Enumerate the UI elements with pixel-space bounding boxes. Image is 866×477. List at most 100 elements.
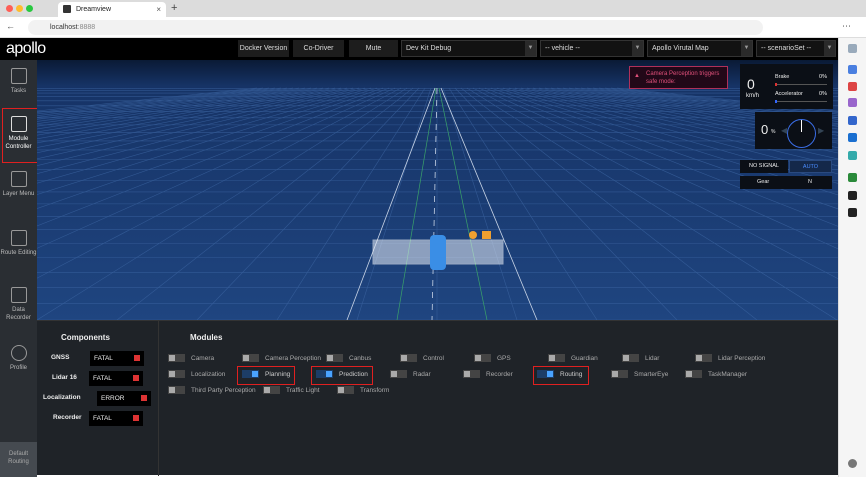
vehicle-select[interactable]: -- vehicle -- ▼ bbox=[540, 40, 644, 57]
module-label: TaskManager bbox=[708, 371, 748, 378]
module-toggle-taskmanager[interactable]: TaskManager bbox=[685, 370, 747, 380]
tree-icon[interactable] bbox=[848, 173, 857, 182]
new-tab-icon[interactable]: + bbox=[171, 2, 177, 14]
component-status-text: FATAL bbox=[94, 355, 113, 362]
mode-value: Dev Kit Debug bbox=[406, 45, 452, 52]
outlook-icon[interactable] bbox=[848, 133, 857, 142]
toggle-switch[interactable] bbox=[168, 370, 185, 379]
people-icon[interactable] bbox=[848, 98, 857, 107]
module-toggle-lidar-perception[interactable]: Lidar Perception bbox=[695, 354, 765, 364]
obstacle-marker-icon bbox=[469, 231, 477, 239]
toggle-switch[interactable] bbox=[611, 370, 628, 379]
warning-icon: ▲ bbox=[634, 73, 640, 79]
ego-vehicle bbox=[430, 235, 446, 270]
component-status-text: ERROR bbox=[101, 395, 125, 402]
toggle-switch[interactable] bbox=[685, 370, 702, 379]
module-toggle-canbus[interactable]: Canbus bbox=[326, 354, 371, 364]
close-tab-icon[interactable]: × bbox=[156, 5, 161, 14]
apollo-logo: apollo bbox=[6, 40, 46, 57]
toggle-switch[interactable] bbox=[326, 354, 343, 363]
signal-marker-icon bbox=[482, 231, 491, 239]
turn-right-icon: ▶ bbox=[818, 126, 825, 135]
toggle-switch[interactable] bbox=[337, 386, 354, 395]
default-routing-button[interactable]: Default Routing bbox=[0, 442, 37, 477]
data-recorder-icon bbox=[10, 287, 27, 303]
chevron-down-icon: ▼ bbox=[741, 41, 752, 56]
steering-panel: 0 % ◀ ▶ bbox=[755, 112, 832, 149]
map-value: Apollo Virutal Map bbox=[652, 45, 709, 52]
toggle-switch[interactable] bbox=[242, 354, 259, 363]
status-indicator-icon bbox=[133, 415, 139, 421]
layer-menu-icon bbox=[10, 171, 27, 187]
module-toggle-guardian[interactable]: Guardian bbox=[548, 354, 598, 364]
sidebar-item-tasks[interactable]: Tasks bbox=[0, 68, 37, 95]
module-label: Lidar Perception bbox=[718, 355, 766, 362]
module-toggle-radar[interactable]: Radar bbox=[390, 370, 431, 380]
sidebar-item-data-recorder[interactable]: Data Recorder bbox=[0, 287, 37, 322]
minimize-window-icon[interactable] bbox=[16, 5, 23, 12]
toggle-switch[interactable] bbox=[263, 386, 280, 395]
gear-label: Gear bbox=[757, 179, 770, 185]
app-icon[interactable] bbox=[848, 208, 857, 217]
extension-icon[interactable] bbox=[848, 65, 857, 74]
module-label: Lidar bbox=[645, 355, 660, 362]
map-select[interactable]: Apollo Virutal Map ▼ bbox=[647, 40, 753, 57]
speed-unit: km/h bbox=[746, 93, 760, 99]
mode-select[interactable]: Dev Kit Debug ▼ bbox=[401, 40, 537, 57]
toggle-switch[interactable] bbox=[168, 354, 185, 363]
sidebar-item-profile[interactable]: Profile bbox=[0, 345, 37, 372]
accelerator-bar bbox=[775, 100, 827, 103]
module-toggle-traffic-light[interactable]: Traffic Light bbox=[263, 386, 320, 396]
scenario-set-select[interactable]: -- scenarioSet -- ▼ bbox=[756, 40, 836, 57]
app-icon[interactable] bbox=[848, 191, 857, 200]
toggle-switch[interactable] bbox=[622, 354, 639, 363]
module-toggle-lidar[interactable]: Lidar bbox=[622, 354, 659, 364]
mute-button[interactable]: Mute bbox=[349, 40, 398, 57]
module-toggle-camera-perception[interactable]: Camera Perception bbox=[242, 354, 321, 364]
module-toggle-control[interactable]: Control bbox=[400, 354, 444, 364]
toggle-switch[interactable] bbox=[390, 370, 407, 379]
maximize-window-icon[interactable] bbox=[26, 5, 33, 12]
default-routing-label: Default Routing bbox=[8, 451, 29, 465]
copilot-icon[interactable] bbox=[848, 116, 857, 125]
module-label: Radar bbox=[413, 371, 431, 378]
search-icon[interactable] bbox=[848, 44, 857, 53]
turn-left-icon: ◀ bbox=[781, 126, 788, 135]
module-toggle-smartereye[interactable]: SmarterEye bbox=[611, 370, 668, 380]
back-icon[interactable]: ← bbox=[6, 21, 15, 31]
toggle-switch[interactable] bbox=[400, 354, 417, 363]
component-status: FATAL bbox=[90, 351, 144, 366]
toggle-switch[interactable] bbox=[695, 354, 712, 363]
toggle-switch[interactable] bbox=[548, 354, 565, 363]
module-controller-panel: Components GNSS FATAL Lidar 16 FATAL Localiz… bbox=[37, 320, 838, 476]
module-toggle-third-party-perception[interactable]: Third Party Perception bbox=[168, 386, 256, 396]
sidebar-item-layer-menu[interactable]: Layer Menu bbox=[0, 171, 37, 198]
component-status: FATAL bbox=[89, 411, 143, 426]
settings-icon[interactable] bbox=[848, 459, 857, 468]
toolbox-icon[interactable] bbox=[848, 82, 857, 91]
module-toggle-localization[interactable]: Localization bbox=[168, 370, 225, 380]
component-name: Localization bbox=[43, 394, 81, 401]
module-toggle-recorder[interactable]: Recorder bbox=[463, 370, 513, 380]
send-icon[interactable] bbox=[848, 151, 857, 160]
close-window-icon[interactable] bbox=[6, 5, 13, 12]
module-toggle-transform[interactable]: Transform bbox=[337, 386, 389, 396]
module-toggle-gps[interactable]: GPS bbox=[474, 354, 511, 364]
component-status: ERROR bbox=[97, 391, 151, 406]
url-input[interactable]: localhost:8888 bbox=[28, 20, 763, 35]
component-status-text: FATAL bbox=[93, 375, 112, 382]
browser-tab[interactable]: Dreamview × bbox=[58, 2, 166, 17]
co-driver-button[interactable]: Co-Driver bbox=[293, 40, 344, 57]
more-icon[interactable]: ⋯ bbox=[842, 21, 851, 32]
toggle-switch[interactable] bbox=[463, 370, 480, 379]
toggle-switch[interactable] bbox=[474, 354, 491, 363]
3d-scene-view[interactable] bbox=[37, 60, 838, 320]
docker-version-button[interactable]: Docker Version bbox=[238, 40, 289, 57]
sidebar-item-route-editing[interactable]: Route Editing bbox=[0, 230, 37, 257]
gear-panel: Gear N bbox=[740, 176, 832, 189]
accelerator-label: Accelerator bbox=[775, 91, 803, 97]
module-label: Traffic Light bbox=[286, 387, 320, 394]
toggle-switch[interactable] bbox=[168, 386, 185, 395]
address-bar: ← localhost:8888 ⋯ bbox=[0, 17, 866, 38]
module-toggle-camera[interactable]: Camera bbox=[168, 354, 214, 364]
